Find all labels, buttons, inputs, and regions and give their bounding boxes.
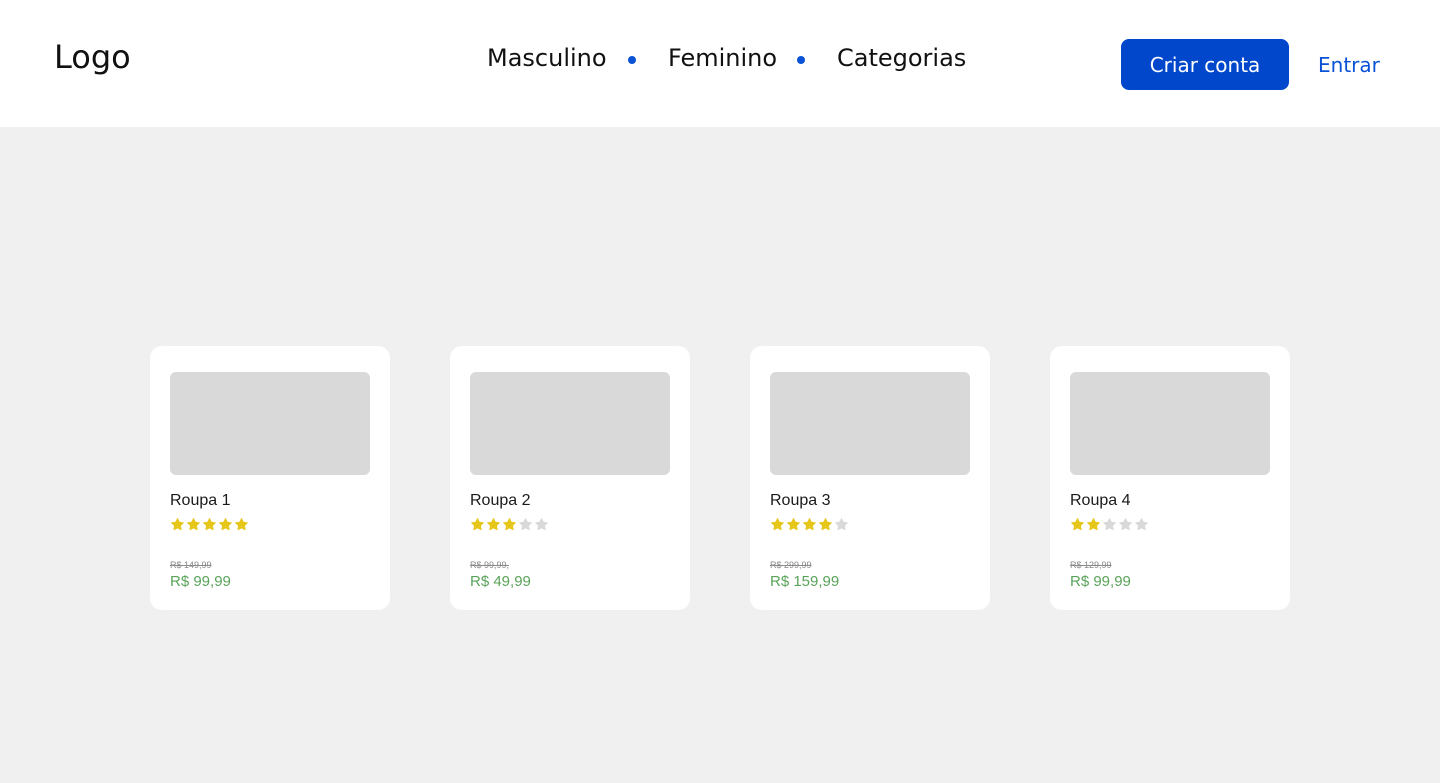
star-filled-icon xyxy=(235,518,248,531)
product-price: R$ 49,99 xyxy=(470,573,531,590)
product-name: Roupa 1 xyxy=(170,492,231,509)
product-price: R$ 99,99 xyxy=(1070,573,1131,590)
star-filled-icon xyxy=(219,518,232,531)
product-name: Roupa 2 xyxy=(470,492,531,509)
star-filled-icon xyxy=(471,518,484,531)
star-filled-icon xyxy=(803,518,816,531)
star-filled-icon xyxy=(819,518,832,531)
star-empty-icon xyxy=(1119,518,1132,531)
product-old-price: R$ 129,99 xyxy=(1070,560,1112,570)
product-price: R$ 99,99 xyxy=(170,573,231,590)
star-rating xyxy=(470,517,549,532)
logo[interactable]: Logo xyxy=(54,38,131,76)
star-rating xyxy=(170,517,249,532)
star-rating xyxy=(770,517,849,532)
product-card[interactable]: Roupa 1 R$ 149,99 R$ 99,99 xyxy=(150,346,390,610)
star-rating xyxy=(1070,517,1149,532)
star-empty-icon xyxy=(519,518,532,531)
star-empty-icon xyxy=(835,518,848,531)
create-account-button[interactable]: Criar conta xyxy=(1121,39,1289,90)
product-old-price: R$ 149,99 xyxy=(170,560,212,570)
star-filled-icon xyxy=(771,518,784,531)
product-card[interactable]: Roupa 4 R$ 129,99 R$ 99,99 xyxy=(1050,346,1290,610)
nav-separator-dot xyxy=(797,56,805,64)
site-header: Logo Masculino Feminino Categorias Criar… xyxy=(0,0,1440,127)
star-filled-icon xyxy=(503,518,516,531)
product-image-placeholder xyxy=(770,372,970,475)
star-filled-icon xyxy=(203,518,216,531)
nav-separator-dot xyxy=(628,56,636,64)
product-name: Roupa 4 xyxy=(1070,492,1131,509)
nav-item-categorias[interactable]: Categorias xyxy=(837,44,966,72)
product-image-placeholder xyxy=(1070,372,1270,475)
star-filled-icon xyxy=(487,518,500,531)
product-name: Roupa 3 xyxy=(770,492,831,509)
product-card[interactable]: Roupa 3 R$ 299,99 R$ 159,99 xyxy=(750,346,990,610)
star-empty-icon xyxy=(1103,518,1116,531)
login-link[interactable]: Entrar xyxy=(1318,48,1380,82)
star-filled-icon xyxy=(1087,518,1100,531)
star-empty-icon xyxy=(535,518,548,531)
product-card[interactable]: Roupa 2 R$ 99,99, R$ 49,99 xyxy=(450,346,690,610)
product-price: R$ 159,99 xyxy=(770,573,840,590)
star-filled-icon xyxy=(787,518,800,531)
star-filled-icon xyxy=(1071,518,1084,531)
product-old-price: R$ 99,99, xyxy=(470,560,510,570)
star-filled-icon xyxy=(171,518,184,531)
star-filled-icon xyxy=(187,518,200,531)
product-image-placeholder xyxy=(170,372,370,475)
star-empty-icon xyxy=(1135,518,1148,531)
nav-item-feminino[interactable]: Feminino xyxy=(668,44,777,72)
nav-item-masculino[interactable]: Masculino xyxy=(487,44,607,72)
product-image-placeholder xyxy=(470,372,670,475)
product-old-price: R$ 299,99 xyxy=(770,560,812,570)
